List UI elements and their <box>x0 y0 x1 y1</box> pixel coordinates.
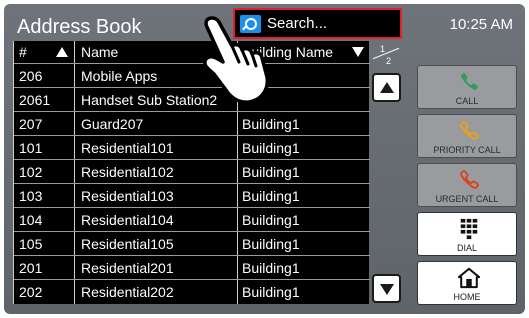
sort-ascending-icon[interactable] <box>56 47 68 57</box>
arrow-down-icon <box>380 284 394 295</box>
home-icon <box>458 267 480 289</box>
row-building: Building1 <box>242 236 300 252</box>
table-row[interactable]: 101 Residential101 Building1 <box>14 137 370 160</box>
row-name: Mobile Apps <box>81 68 158 84</box>
home-label: HOME <box>453 292 481 302</box>
row-number: 102 <box>19 164 43 180</box>
row-building: Building1 <box>242 188 300 204</box>
table-row[interactable]: 206 Mobile Apps <box>14 65 370 88</box>
urgent-call-label: URGENT CALL <box>435 194 499 204</box>
row-number: 105 <box>19 236 43 252</box>
row-number: 207 <box>19 116 43 132</box>
row-number: 2061 <box>19 92 51 108</box>
table-header: # Name Building Name <box>14 41 370 64</box>
page-title: Address Book <box>17 16 142 38</box>
row-name: Residential101 <box>81 140 174 156</box>
row-building: Building1 <box>242 212 300 228</box>
row-number: 101 <box>19 140 43 156</box>
row-name: Guard207 <box>81 116 144 132</box>
dial-button[interactable]: DIAL <box>417 212 517 256</box>
touch-hand-icon <box>203 16 270 104</box>
keypad-icon <box>460 218 478 240</box>
row-number: 104 <box>19 212 43 228</box>
page-total: 2 <box>386 56 392 66</box>
scroll-up-button[interactable] <box>372 73 401 102</box>
row-building: Building1 <box>242 164 300 180</box>
priority-call-button[interactable]: PRIORITY CALL <box>417 114 517 158</box>
arrow-up-icon <box>380 82 394 93</box>
search-placeholder: Search... <box>267 15 328 32</box>
row-name: Residential201 <box>81 260 174 276</box>
sort-descending-icon[interactable] <box>352 47 364 57</box>
column-header-name[interactable]: Name <box>81 44 118 60</box>
row-building: Building1 <box>242 284 300 300</box>
table-row[interactable]: 202 Residential202 Building1 <box>14 281 370 304</box>
page-indicator: 1 2 <box>372 44 400 66</box>
urgent-call-button[interactable]: URGENT CALL <box>417 163 517 207</box>
call-button[interactable]: CALL <box>417 65 517 109</box>
home-button[interactable]: HOME <box>417 261 517 305</box>
scroll-down-button[interactable] <box>372 274 401 303</box>
call-label: CALL <box>455 96 479 106</box>
row-name: Residential102 <box>81 164 174 180</box>
table-row[interactable]: 103 Residential103 Building1 <box>14 185 370 208</box>
priority-call-label: PRIORITY CALL <box>433 145 501 155</box>
row-name: Residential202 <box>81 284 174 300</box>
row-building: Building1 <box>242 116 300 132</box>
address-table: # Name Building Name 206 Mobile Apps 206… <box>13 41 370 304</box>
row-name: Residential104 <box>81 212 174 228</box>
row-number: 201 <box>19 260 43 276</box>
table-row[interactable]: 104 Residential104 Building1 <box>14 209 370 232</box>
table-row[interactable]: 201 Residential201 Building1 <box>14 257 370 280</box>
clock: 10:25 AM <box>449 16 513 33</box>
row-number: 202 <box>19 284 43 300</box>
table-row[interactable]: 2061 Handset Sub Station2 <box>14 89 370 112</box>
phone-outline-icon <box>460 170 479 189</box>
table-row[interactable]: 102 Residential102 Building1 <box>14 161 370 184</box>
row-name: Residential103 <box>81 188 174 204</box>
row-number: 103 <box>19 188 43 204</box>
table-row[interactable]: 207 Guard207 Building1 <box>14 113 370 136</box>
row-number: 206 <box>19 68 43 84</box>
row-building: Building1 <box>242 260 300 276</box>
row-name: Residential105 <box>81 236 174 252</box>
phone-icon <box>461 73 478 90</box>
table-row[interactable]: 105 Residential105 Building1 <box>14 233 370 256</box>
phone-outline-icon <box>460 121 479 140</box>
column-header-number[interactable]: # <box>19 44 27 60</box>
dial-label: DIAL <box>456 243 477 253</box>
row-building: Building1 <box>242 140 300 156</box>
